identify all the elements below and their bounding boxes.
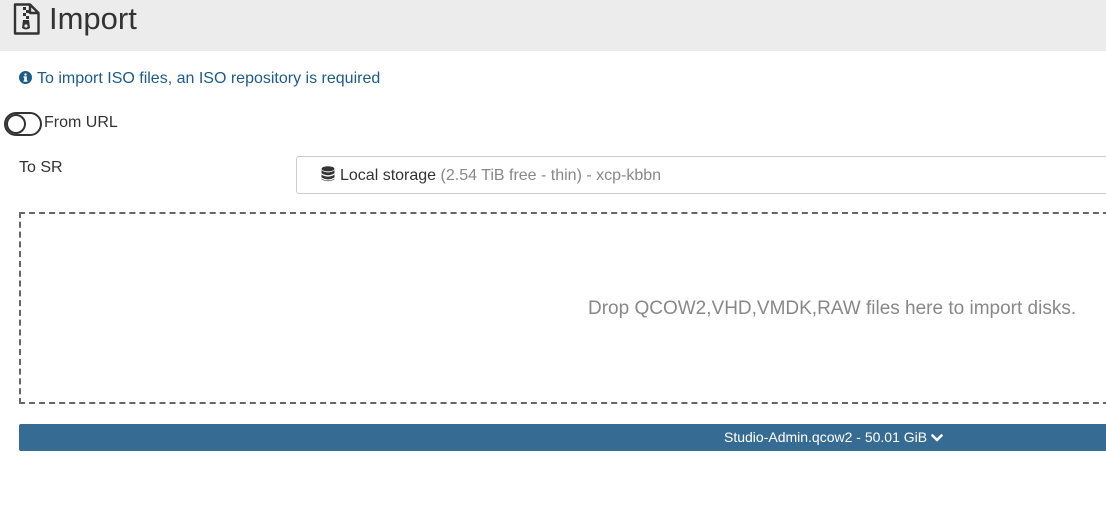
page-header: Import bbox=[0, 0, 1106, 51]
sr-name: Local storage bbox=[340, 167, 437, 184]
dropzone-text: Drop QCOW2,VHD,VMDK,RAW files here to im… bbox=[588, 298, 1077, 319]
from-url-label: From URL bbox=[44, 114, 118, 131]
sr-select[interactable]: Local storage (2.54 TiB free - thin) - x… bbox=[296, 156, 1106, 194]
chevron-down-icon[interactable] bbox=[931, 433, 943, 443]
sr-selected-value: Local storage (2.54 TiB free - thin) - x… bbox=[321, 166, 661, 185]
file-archive-icon bbox=[13, 3, 40, 35]
page-title: Import bbox=[49, 1, 137, 36]
disk-dropzone[interactable]: Drop QCOW2,VHD,VMDK,RAW files here to im… bbox=[19, 212, 1106, 404]
database-icon bbox=[321, 166, 335, 182]
iso-notice-text: To import ISO files, an ISO repository i… bbox=[37, 70, 381, 87]
toggle-knob bbox=[6, 114, 26, 134]
file-item-bar[interactable]: Studio-Admin.qcow2 - 50.01 GiB bbox=[19, 424, 1106, 451]
iso-notice: To import ISO files, an ISO repository i… bbox=[19, 70, 380, 88]
from-url-toggle[interactable] bbox=[4, 112, 42, 136]
file-item: Studio-Admin.qcow2 - 50.01 GiB bbox=[724, 429, 943, 446]
sr-detail: (2.54 TiB free - thin) - xcp-kbbn bbox=[440, 167, 662, 184]
to-sr-label: To SR bbox=[19, 159, 63, 176]
file-label: Studio-Admin.qcow2 - 50.01 GiB bbox=[724, 429, 928, 445]
info-circle-icon bbox=[19, 71, 32, 84]
